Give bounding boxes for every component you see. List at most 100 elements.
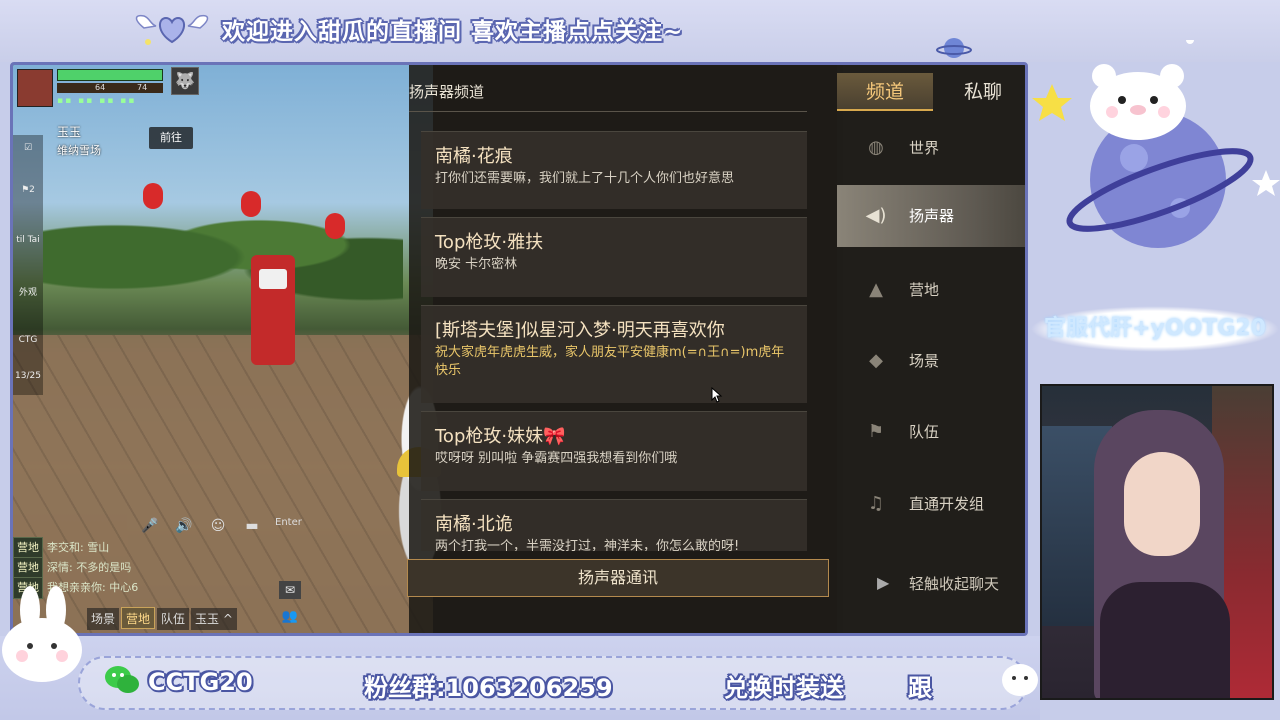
counter-tool: 13/25 bbox=[15, 371, 41, 381]
player-avatar[interactable] bbox=[17, 69, 53, 107]
chat-tab-scene[interactable]: 场景 bbox=[87, 608, 120, 630]
flag-icon: ⚑ bbox=[867, 421, 885, 442]
wechat-icon bbox=[105, 666, 139, 693]
bunny-mascot-icon bbox=[2, 586, 82, 682]
red-lantern bbox=[241, 191, 261, 217]
task-tool[interactable]: ☑ bbox=[15, 143, 41, 165]
channel-label: 队伍 bbox=[909, 423, 940, 441]
location-name: 玉玉 bbox=[57, 125, 82, 139]
message-text: 祝大家虎年虎虎生威，家人朋友平安健康m(=∩王∩=)m虎年快乐 bbox=[435, 345, 785, 378]
dev-icon: ♫ bbox=[867, 493, 885, 514]
streamer-webcam bbox=[1040, 384, 1274, 700]
message-card[interactable]: 南橘·北诡 两个打我一个，半需没打过，神洋未，你怎么敢的呀! bbox=[421, 499, 807, 551]
chat-line: 营地 李交和: 雪山 bbox=[13, 537, 273, 559]
message-card[interactable]: Top枪玫·妹妹🎀 哎呀呀 别叫啦 争霸赛四强我想看到你们哦 bbox=[421, 411, 807, 491]
mail-icon[interactable]: ✉ bbox=[279, 581, 301, 599]
speaker-broadcast-button[interactable]: 扬声器通讯 bbox=[407, 559, 829, 597]
channel-label: 直通开发组 bbox=[909, 495, 985, 513]
message-sender[interactable]: Top枪玫·妹妹🎀 bbox=[435, 422, 566, 448]
message-text: 两个打我一个，半需没打过，神洋未，你怎么敢的呀! bbox=[435, 539, 740, 551]
winged-heart-icon bbox=[135, 14, 209, 45]
mouse-cursor-icon bbox=[711, 387, 723, 403]
tool-label[interactable]: til Tai bbox=[15, 235, 41, 257]
channel-label: 世界 bbox=[909, 139, 940, 157]
chat-tabs: 场景 营地 队伍 玉玉 ^ bbox=[87, 607, 239, 631]
message-card[interactable]: 南橘·花痕 打你们还需要嘛，我们就上了十几个人你们也好意思 bbox=[421, 131, 807, 209]
goto-button[interactable]: 前往 bbox=[149, 127, 193, 149]
speaker-icon: ◀) bbox=[865, 205, 887, 226]
stats-bar: 64 74 bbox=[57, 83, 163, 93]
channel-team[interactable]: ⚑ 队伍 bbox=[837, 401, 1025, 463]
appearance-tool[interactable]: 外观 bbox=[15, 285, 41, 307]
channel-camp[interactable]: ▲ 营地 bbox=[837, 259, 1025, 321]
chat-tab-camp[interactable]: 营地 bbox=[121, 607, 156, 629]
channel-scene[interactable]: ◆ 场景 bbox=[837, 330, 1025, 392]
message-list[interactable]: 南橘·花痕 打你们还需要嘛，我们就上了十几个人你们也好意思 Top枪玫·雅扶 晚… bbox=[421, 131, 807, 551]
message-text: 哎呀呀 别叫啦 争霸赛四强我想看到你们哦 bbox=[435, 451, 678, 466]
bunny-small-icon bbox=[1002, 664, 1038, 696]
person-icon[interactable]: ☺ bbox=[207, 518, 229, 536]
channel-tab-row: 频道 私聊 bbox=[837, 73, 1025, 111]
channel-speaker[interactable]: ◀) 扬声器 bbox=[837, 185, 1025, 247]
chat-tab-private[interactable]: 玉玉 ^ bbox=[191, 608, 237, 630]
status-icons: ▪▪ ▪▪ ▪▪ ▪▪ bbox=[57, 96, 137, 106]
globe-icon: ◍ bbox=[868, 137, 884, 158]
boost-service-cloud-text: 官服代肝+yOOTG20 bbox=[1030, 306, 1280, 352]
chat-bubble-icon[interactable]: ▬ bbox=[241, 518, 263, 536]
red-gas-pump bbox=[251, 255, 295, 365]
tab-private-chat[interactable]: 私聊 bbox=[935, 73, 1025, 111]
channel-dev-group[interactable]: ♫ 直通开发组 bbox=[837, 473, 1025, 535]
planet-icon bbox=[936, 38, 972, 58]
channel-label: 场景 bbox=[909, 352, 940, 370]
enter-key-label: Enter bbox=[275, 517, 302, 528]
panel-title: 扬声器频道 bbox=[409, 83, 485, 101]
scene-trees bbox=[43, 185, 403, 305]
message-sender[interactable]: Top枪玫·雅扶 bbox=[435, 228, 543, 254]
panel-divider bbox=[409, 111, 807, 112]
ctg-tool[interactable]: CTG bbox=[15, 335, 41, 357]
stat-left-value: 64 bbox=[95, 83, 106, 92]
bear-mascot-icon bbox=[1090, 64, 1186, 140]
stat-right-value: 74 bbox=[137, 83, 148, 92]
red-lantern bbox=[325, 213, 345, 239]
voice-chat-icons: 🎤 🔊 ☺ ▬ bbox=[139, 515, 275, 535]
flag-tool[interactable]: ⚑2 bbox=[15, 185, 41, 207]
message-sender[interactable]: 南橘·北诡 bbox=[435, 510, 513, 536]
mic-icon[interactable]: 🎤 bbox=[139, 518, 161, 536]
message-card[interactable]: Top枪玫·雅扶 晚安 卡尔密林 bbox=[421, 217, 807, 297]
message-text: 打你们还需要嘛，我们就上了十几个人你们也好意思 bbox=[435, 171, 735, 186]
speaker-icon[interactable]: 🔊 bbox=[173, 518, 195, 536]
collapse-chat-label: 轻触收起聊天 bbox=[909, 575, 1000, 593]
location-sub: 维纳雪场 bbox=[57, 144, 101, 157]
chat-tab-team[interactable]: 队伍 bbox=[157, 608, 190, 630]
exchange-text: 兑换时装送 bbox=[724, 674, 844, 702]
chevron-right-icon: ▶ bbox=[877, 573, 890, 592]
message-sender[interactable]: [斯塔夫堡]似星河入梦·明天再喜欢你 bbox=[435, 316, 725, 342]
follow-text: 跟 bbox=[908, 674, 932, 702]
scene-icon: ◆ bbox=[869, 350, 883, 371]
message-sender[interactable]: 南橘·花痕 bbox=[435, 142, 513, 168]
chat-line: 营地 深情: 不多的是吗 bbox=[13, 557, 273, 579]
chat-channel-tag: 营地 bbox=[13, 537, 43, 559]
channel-world[interactable]: ◍ 世界 bbox=[837, 117, 1025, 179]
health-bar bbox=[57, 69, 163, 81]
chat-channel-tag: 营地 bbox=[13, 557, 43, 579]
friends-icon[interactable]: 👥 bbox=[279, 609, 301, 629]
wechat-id: CCTG20 bbox=[148, 668, 253, 696]
streamer-body bbox=[1100, 582, 1230, 698]
camp-icon: ▲ bbox=[869, 279, 883, 300]
message-text: 晚安 卡尔密林 bbox=[435, 257, 518, 272]
side-toolbar: ☑ ⚑2 til Tai 外观 CTG 13/25 bbox=[13, 135, 43, 395]
chat-text: 李交和: 雪山 bbox=[47, 541, 110, 554]
red-lantern bbox=[143, 183, 163, 209]
game-viewport: 64 74 ▪▪ ▪▪ ▪▪ ▪▪ 🐺 玉玉 维纳雪场 前往 ☑ ⚑2 til … bbox=[10, 62, 1028, 636]
chat-text: 深情: 不多的是吗 bbox=[47, 561, 132, 574]
message-card[interactable]: [斯塔夫堡]似星河入梦·明天再喜欢你 祝大家虎年虎虎生威，家人朋友平安健康m(=… bbox=[421, 305, 807, 403]
streamer-face bbox=[1124, 452, 1200, 556]
pet-wolf-icon[interactable]: 🐺 bbox=[171, 67, 199, 95]
fan-group: 粉丝群:1063206259 bbox=[364, 674, 613, 702]
channel-label: 营地 bbox=[909, 281, 940, 299]
tab-channels[interactable]: 频道 bbox=[837, 73, 933, 111]
channel-label: 扬声器 bbox=[909, 207, 955, 225]
welcome-banner: 欢迎进入甜瓜的直播间 喜欢主播点点关注~ bbox=[222, 19, 684, 45]
